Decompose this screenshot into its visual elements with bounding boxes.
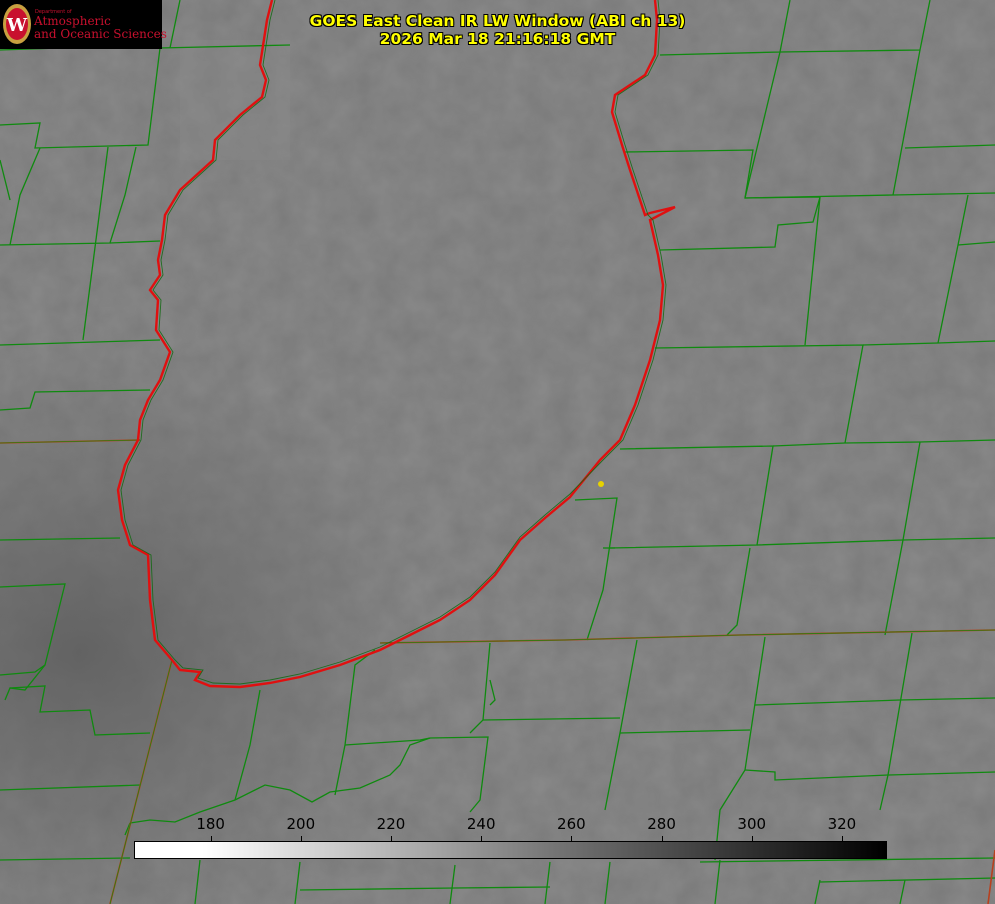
station-marker <box>598 481 604 487</box>
colorbar-tick-label: 180 <box>196 815 225 833</box>
colorbar-tick-label: 240 <box>466 815 496 833</box>
image-title: GOES East Clean IR LW Window (ABI ch 13) <box>309 12 686 30</box>
colorbar <box>134 841 887 859</box>
colorbar-tick-label: 200 <box>286 815 316 833</box>
colorbar-tick-label: 320 <box>827 815 857 833</box>
colorbar-tick-label: 280 <box>647 815 676 833</box>
bright-region <box>180 40 290 160</box>
colorbar-tick-label: 220 <box>376 815 406 833</box>
satellite-map <box>0 0 995 904</box>
image-timestamp: 2026 Mar 18 21:16:18 GMT <box>379 30 616 48</box>
colorbar-tick-label: 300 <box>737 815 767 833</box>
colorbar-tick-label: 260 <box>557 815 586 833</box>
satellite-image-viewer: W Department of Atmospheric and Oceanic … <box>0 0 995 904</box>
